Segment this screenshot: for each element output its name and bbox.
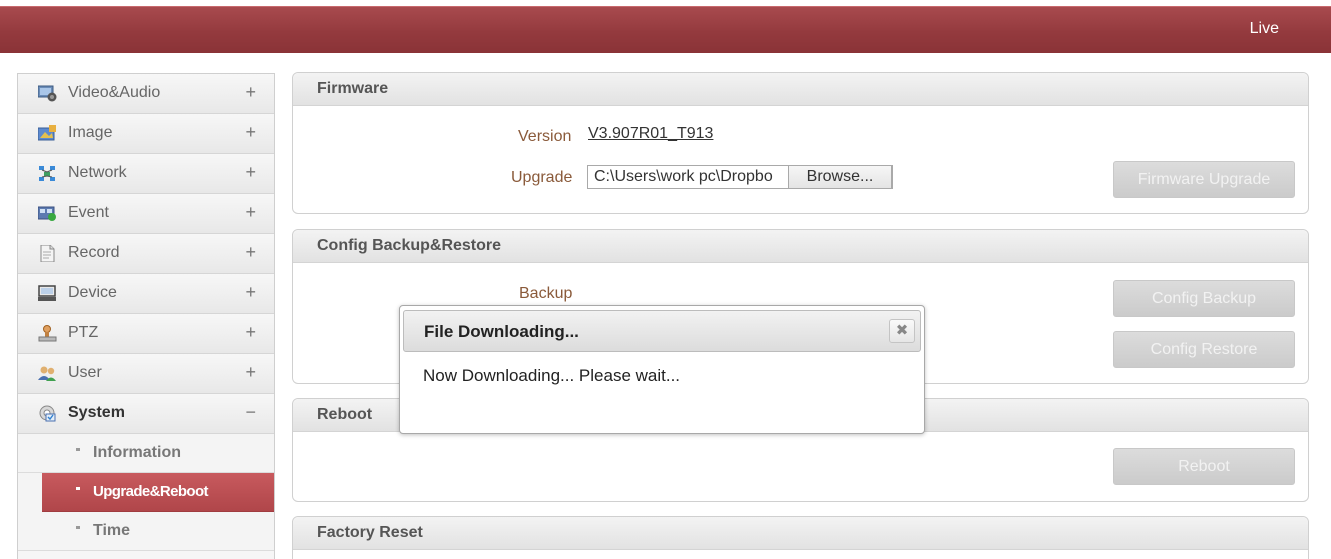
sidebar-item-device[interactable]: Device + bbox=[18, 274, 274, 314]
dialog-header: File Downloading... ✖ bbox=[403, 310, 921, 352]
bullet-icon bbox=[76, 448, 80, 451]
firmware-file-input[interactable]: C:\Users\work pc\Dropbo Browse... bbox=[587, 165, 893, 189]
firmware-panel: Firmware Version V3.907R01_T913 Upgrade … bbox=[292, 72, 1309, 214]
record-icon bbox=[40, 245, 55, 262]
browse-button[interactable]: Browse... bbox=[788, 165, 892, 189]
sidebar-item-label: Image bbox=[68, 124, 113, 141]
config-backup-button[interactable]: Config Backup bbox=[1113, 280, 1295, 317]
bullet-icon bbox=[76, 526, 80, 529]
user-icon bbox=[38, 366, 56, 381]
submenu-item-label: Time bbox=[93, 522, 131, 539]
event-icon bbox=[38, 206, 56, 221]
file-path: C:\Users\work pc\Dropbo bbox=[594, 168, 773, 185]
sidebar-item-ptz[interactable]: PTZ + bbox=[18, 314, 274, 354]
sidebar-item-label: System bbox=[68, 404, 125, 421]
upgrade-label: Upgrade bbox=[511, 169, 573, 186]
system-icon bbox=[39, 405, 56, 422]
sidebar-item-label: User bbox=[68, 364, 102, 381]
download-dialog: File Downloading... ✖ Now Downloading...… bbox=[399, 305, 925, 434]
top-bar: Live bbox=[0, 6, 1331, 53]
expand-toggle[interactable]: + bbox=[245, 322, 256, 343]
sidebar-item-label: Event bbox=[68, 204, 109, 221]
sidebar-item-label: Device bbox=[68, 284, 117, 301]
collapse-toggle[interactable]: − bbox=[245, 402, 256, 423]
system-submenu: Information Upgrade&Reboot Time bbox=[18, 434, 274, 551]
dialog-title: File Downloading... bbox=[424, 322, 579, 341]
expand-toggle[interactable]: + bbox=[245, 202, 256, 223]
panel-title: Reboot bbox=[317, 406, 373, 423]
submenu-item-time[interactable]: Time bbox=[18, 512, 274, 551]
ptz-icon bbox=[38, 325, 57, 342]
sidebar-item-label: PTZ bbox=[68, 324, 99, 341]
panel-title: Config Backup&Restore bbox=[317, 237, 502, 254]
sidebar-item-network[interactable]: Network + bbox=[18, 154, 274, 194]
version-value: V3.907R01_T913 bbox=[588, 125, 714, 142]
reboot-button[interactable]: Reboot bbox=[1113, 448, 1295, 485]
network-icon bbox=[39, 166, 55, 181]
panel-title: Factory Reset bbox=[317, 524, 423, 541]
submenu-item-information[interactable]: Information bbox=[18, 434, 274, 473]
expand-toggle[interactable]: + bbox=[245, 362, 256, 383]
expand-toggle[interactable]: + bbox=[245, 282, 256, 303]
sidebar-item-record[interactable]: Record + bbox=[18, 234, 274, 274]
submenu-item-label: Information bbox=[93, 444, 181, 461]
config-restore-button[interactable]: Config Restore bbox=[1113, 331, 1295, 368]
panel-header: Config Backup&Restore bbox=[293, 230, 1308, 263]
sidebar: Video&Audio + Image + Network + Event + bbox=[17, 73, 275, 559]
image-icon bbox=[38, 125, 56, 141]
expand-toggle[interactable]: + bbox=[245, 162, 256, 183]
live-link[interactable]: Live bbox=[1250, 20, 1279, 38]
video-audio-icon bbox=[38, 85, 57, 102]
factory-reset-panel: Factory Reset bbox=[292, 516, 1309, 559]
panel-header: Firmware bbox=[293, 73, 1308, 106]
sidebar-item-label: Video&Audio bbox=[68, 84, 161, 101]
dialog-message: Now Downloading... Please wait... bbox=[423, 366, 681, 385]
panel-header: Factory Reset bbox=[293, 517, 1308, 550]
submenu-item-upgrade-reboot[interactable]: Upgrade&Reboot bbox=[42, 473, 274, 512]
sidebar-item-user[interactable]: User + bbox=[18, 354, 274, 394]
close-icon[interactable]: ✖ bbox=[889, 319, 915, 343]
sidebar-item-image[interactable]: Image + bbox=[18, 114, 274, 154]
sidebar-item-event[interactable]: Event + bbox=[18, 194, 274, 234]
device-icon bbox=[38, 285, 56, 301]
sidebar-item-label: Record bbox=[68, 244, 120, 261]
sidebar-item-system[interactable]: System − bbox=[18, 394, 274, 434]
panel-title: Firmware bbox=[317, 80, 389, 97]
firmware-upgrade-button[interactable]: Firmware Upgrade bbox=[1113, 161, 1295, 198]
version-label: Version bbox=[518, 128, 572, 145]
sidebar-item-label: Network bbox=[68, 164, 127, 181]
expand-toggle[interactable]: + bbox=[245, 82, 256, 103]
bullet-icon bbox=[76, 487, 80, 490]
backup-label: Backup bbox=[519, 285, 573, 302]
expand-toggle[interactable]: + bbox=[245, 122, 256, 143]
submenu-item-label: Upgrade&Reboot bbox=[93, 483, 209, 500]
expand-toggle[interactable]: + bbox=[245, 242, 256, 263]
sidebar-item-video-audio[interactable]: Video&Audio + bbox=[18, 74, 274, 114]
